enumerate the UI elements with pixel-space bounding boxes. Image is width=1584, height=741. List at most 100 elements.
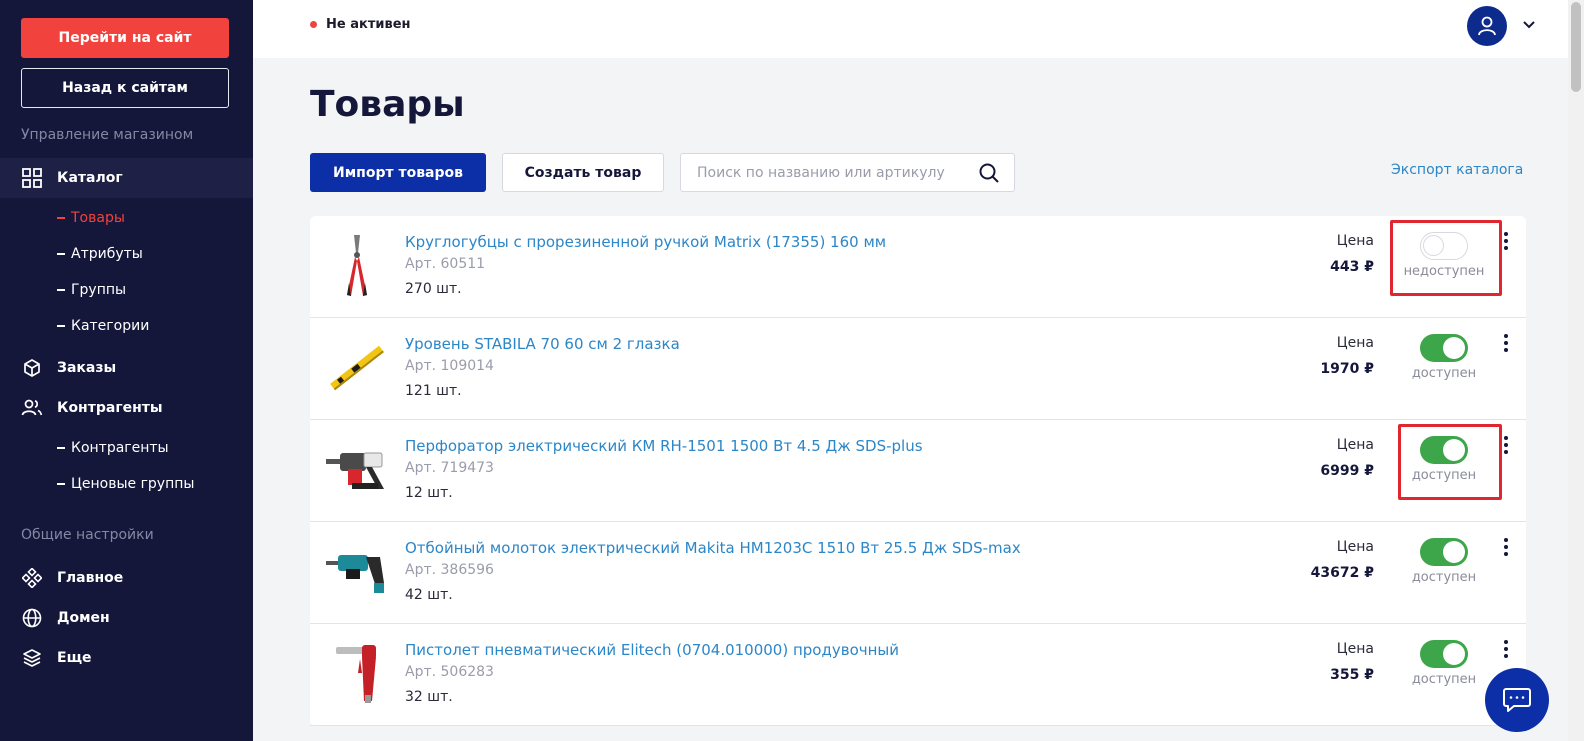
product-quantity: 32 шт. (405, 689, 453, 705)
price-value: 43672 ₽ (1310, 565, 1374, 581)
scrollbar-thumb[interactable] (1571, 2, 1581, 92)
product-quantity: 42 шт. (405, 587, 453, 603)
price-label: Цена (1336, 539, 1374, 555)
table-row: Круглогубцы с прорезиненной ручкой Matri… (310, 216, 1526, 318)
import-products-button[interactable]: Импорт товаров (310, 153, 486, 192)
sidebar-item-label: Заказы (57, 360, 117, 376)
grid-icon (21, 167, 43, 189)
availability-label: недоступен (1403, 264, 1485, 279)
product-article: Арт. 506283 (405, 664, 494, 680)
availability-label: доступен (1411, 468, 1477, 483)
sidebar-subitem-label: Атрибуты (71, 246, 143, 262)
top-bar: Не активен (253, 0, 1568, 58)
sidebar-item-label: Главное (57, 570, 124, 586)
go-to-site-button[interactable]: Перейти на сайт (21, 18, 229, 58)
sidebar-item-domain[interactable]: Домен (0, 598, 253, 638)
page-title: Товары (310, 84, 465, 125)
chat-button[interactable] (1485, 668, 1549, 732)
availability-label: доступен (1411, 570, 1477, 585)
more-menu-icon[interactable] (1502, 640, 1510, 660)
more-menu-icon[interactable] (1502, 538, 1510, 558)
availability-label: доступен (1411, 366, 1477, 381)
price-value: 355 ₽ (1330, 667, 1374, 683)
sidebar-subitem-groups[interactable]: Группы (57, 282, 126, 298)
scrollbar[interactable] (1568, 0, 1584, 741)
sidebar-item-orders[interactable]: Заказы (0, 348, 253, 388)
user-icon (1478, 16, 1496, 36)
availability-toggle[interactable] (1420, 232, 1468, 260)
sidebar-item-contractors[interactable]: Контрагенты (0, 388, 253, 428)
product-image-perforator (326, 436, 388, 504)
sidebar-item-main[interactable]: Главное (0, 558, 253, 598)
product-image-demolition-hammer (326, 538, 388, 606)
availability-label: доступен (1411, 672, 1477, 687)
product-list: Круглогубцы с прорезиненной ручкой Matri… (310, 216, 1526, 726)
price-label: Цена (1336, 233, 1374, 249)
sidebar-subitem-label: Ценовые группы (71, 476, 195, 492)
export-catalog-link[interactable]: Экспорт каталога (1391, 162, 1523, 178)
chevron-down-icon[interactable] (1521, 16, 1537, 32)
table-row: Уровень STABILA 70 60 см 2 глазка Арт. 1… (310, 318, 1526, 420)
avatar[interactable] (1467, 6, 1507, 46)
status-text: Не активен (326, 17, 411, 32)
product-article: Арт. 386596 (405, 562, 494, 578)
price-label: Цена (1336, 641, 1374, 657)
sidebar-subitem-categories[interactable]: Категории (57, 318, 149, 334)
status-dot-icon (310, 21, 317, 28)
price-value: 1970 ₽ (1320, 361, 1374, 377)
sidebar-subitem-products[interactable]: Товары (57, 210, 125, 226)
sidebar-subitem-label: Группы (71, 282, 127, 298)
sidebar-subitem-price-groups[interactable]: Ценовые группы (57, 476, 194, 492)
layers-icon (21, 647, 43, 669)
product-name-link[interactable]: Уровень STABILA 70 60 см 2 глазка (405, 335, 680, 353)
availability-toggle[interactable] (1420, 640, 1468, 668)
availability-toggle[interactable] (1420, 436, 1468, 464)
back-to-sites-button[interactable]: Назад к сайтам (21, 68, 229, 108)
section-general-settings: Общие настройки (21, 527, 154, 543)
product-quantity: 270 шт. (405, 281, 462, 297)
product-article: Арт. 719473 (405, 460, 494, 476)
sidebar-subitem-attributes[interactable]: Атрибуты (57, 246, 143, 262)
product-quantity: 121 шт. (405, 383, 462, 399)
search-icon[interactable] (978, 162, 1000, 184)
table-row: Отбойный молоток электрический Makita HM… (310, 522, 1526, 624)
product-name-link[interactable]: Перфоратор электрический КМ RH-1501 1500… (405, 437, 923, 455)
price-label: Цена (1336, 437, 1374, 453)
search-input[interactable] (681, 154, 971, 191)
price-value: 443 ₽ (1330, 259, 1374, 275)
price-label: Цена (1336, 335, 1374, 351)
product-image-level (326, 334, 388, 402)
product-image-pliers (326, 232, 388, 300)
section-shop-management: Управление магазином (21, 127, 194, 143)
sidebar-subitem-label: Контрагенты (71, 440, 169, 456)
product-image-air-gun (326, 640, 388, 708)
sidebar-item-label: Каталог (57, 170, 123, 186)
globe-icon (21, 607, 43, 629)
sidebar: Перейти на сайт Назад к сайтам Управлени… (0, 0, 253, 741)
more-menu-icon[interactable] (1502, 232, 1510, 252)
sidebar-subitem-label: Категории (71, 318, 150, 334)
product-name-link[interactable]: Круглогубцы с прорезиненной ручкой Matri… (405, 233, 886, 251)
diamond-nodes-icon (21, 567, 43, 589)
sidebar-item-more[interactable]: Еще (0, 638, 253, 678)
sidebar-item-catalog[interactable]: Каталог (0, 158, 253, 198)
search-box (680, 153, 1015, 192)
site-status: Не активен (310, 17, 411, 32)
product-name-link[interactable]: Отбойный молоток электрический Makita HM… (405, 539, 1021, 557)
chat-bubble-icon (1503, 688, 1531, 712)
more-menu-icon[interactable] (1502, 334, 1510, 354)
sidebar-subitem-contractors[interactable]: Контрагенты (57, 440, 169, 456)
product-article: Арт. 60511 (405, 256, 486, 272)
product-name-link[interactable]: Пистолет пневматический Elitech (0704.01… (405, 641, 899, 659)
more-menu-icon[interactable] (1502, 436, 1510, 456)
box-icon (21, 357, 43, 379)
sidebar-item-label: Домен (57, 610, 110, 626)
availability-toggle[interactable] (1420, 538, 1468, 566)
product-quantity: 12 шт. (405, 485, 453, 501)
sidebar-item-label: Контрагенты (57, 400, 163, 416)
availability-toggle[interactable] (1420, 334, 1468, 362)
product-article: Арт. 109014 (405, 358, 494, 374)
sidebar-subitem-label: Товары (71, 210, 125, 226)
create-product-button[interactable]: Создать товар (502, 153, 664, 192)
table-row: Перфоратор электрический КМ RH-1501 1500… (310, 420, 1526, 522)
